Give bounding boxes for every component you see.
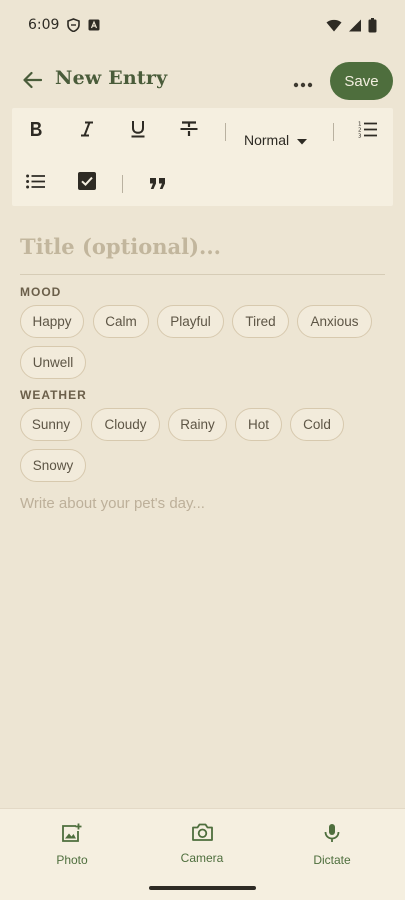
dictate-button[interactable]: Dictate: [292, 823, 372, 869]
mood-chips: Happy Calm Playful Tired Anxious Unwell: [20, 305, 390, 379]
mood-chip-unwell[interactable]: Unwell: [20, 346, 86, 379]
strikethrough-button[interactable]: [173, 115, 205, 147]
formatting-toolbar: Normal 123: [12, 108, 393, 206]
more-options-button[interactable]: [286, 68, 320, 96]
a-badge-icon: [88, 19, 100, 31]
page-title: New Entry: [55, 67, 168, 89]
mood-chip-tired[interactable]: Tired: [232, 305, 289, 338]
microphone-icon: [324, 823, 340, 847]
camera-label: Camera: [180, 851, 224, 865]
save-button[interactable]: Save: [330, 62, 393, 100]
title-divider: [20, 274, 385, 275]
wifi-icon: [326, 19, 342, 32]
bold-icon: [29, 121, 43, 141]
more-horizontal-icon: [293, 73, 313, 92]
toolbar-divider: [333, 123, 334, 141]
numbered-list-button[interactable]: 123: [352, 115, 384, 147]
status-left: 6:09: [28, 17, 100, 33]
strikethrough-icon: [180, 121, 198, 141]
arrow-left-icon: [22, 71, 43, 93]
weather-chips: Sunny Cloudy Rainy Hot Cold Snowy: [20, 408, 390, 482]
heading-style-value: Normal: [244, 132, 290, 148]
toolbar-divider: [225, 123, 226, 141]
bulleted-list-button[interactable]: [20, 167, 52, 199]
quote-icon: [150, 174, 166, 193]
caret-down-icon: [297, 132, 308, 148]
bottom-action-bar: Photo Camera Dictate: [0, 808, 405, 878]
camera-button[interactable]: Camera: [162, 823, 242, 869]
italic-button[interactable]: [71, 115, 103, 147]
battery-icon: [368, 17, 377, 33]
dictate-label: Dictate: [313, 853, 351, 867]
title-input[interactable]: [20, 226, 385, 266]
camera-icon: [191, 823, 213, 845]
status-right: [326, 17, 377, 33]
underline-button[interactable]: [122, 115, 154, 147]
weather-label: WEATHER: [20, 388, 87, 402]
weather-chip-sunny[interactable]: Sunny: [20, 408, 82, 441]
quote-button[interactable]: [142, 167, 174, 199]
signal-icon: [348, 19, 362, 32]
add-photo-icon: [61, 823, 83, 847]
clock: 6:09: [28, 17, 60, 33]
weather-chip-cold[interactable]: Cold: [290, 408, 344, 441]
italic-icon: [80, 121, 94, 141]
bulleted-list-icon: [26, 174, 46, 193]
checkbox-checked-icon: [78, 172, 96, 194]
mood-chip-playful[interactable]: Playful: [157, 305, 224, 338]
toolbar-divider: [122, 175, 123, 193]
svg-text:3: 3: [358, 134, 362, 139]
mood-label: MOOD: [20, 285, 62, 299]
photo-label: Photo: [56, 853, 88, 867]
entry-body-input[interactable]: [20, 495, 385, 795]
weather-chip-hot[interactable]: Hot: [235, 408, 282, 441]
app-bar: New Entry Save: [0, 60, 405, 104]
weather-chip-rainy[interactable]: Rainy: [168, 408, 227, 441]
mood-chip-calm[interactable]: Calm: [93, 305, 149, 338]
mood-chip-happy[interactable]: Happy: [20, 305, 84, 338]
mood-chip-anxious[interactable]: Anxious: [297, 305, 372, 338]
underline-icon: [130, 120, 146, 142]
weather-chip-snowy[interactable]: Snowy: [20, 449, 86, 482]
photo-button[interactable]: Photo: [32, 823, 112, 869]
heading-style-dropdown[interactable]: Normal: [244, 124, 308, 156]
numbered-list-icon: 123: [358, 120, 378, 142]
gesture-nav-handle[interactable]: [149, 886, 256, 890]
shield-icon: [67, 18, 81, 32]
checklist-button[interactable]: [71, 167, 103, 199]
weather-chip-cloudy[interactable]: Cloudy: [91, 408, 160, 441]
back-button[interactable]: [18, 68, 46, 96]
bold-button[interactable]: [20, 115, 52, 147]
status-bar: 6:09: [0, 0, 405, 50]
